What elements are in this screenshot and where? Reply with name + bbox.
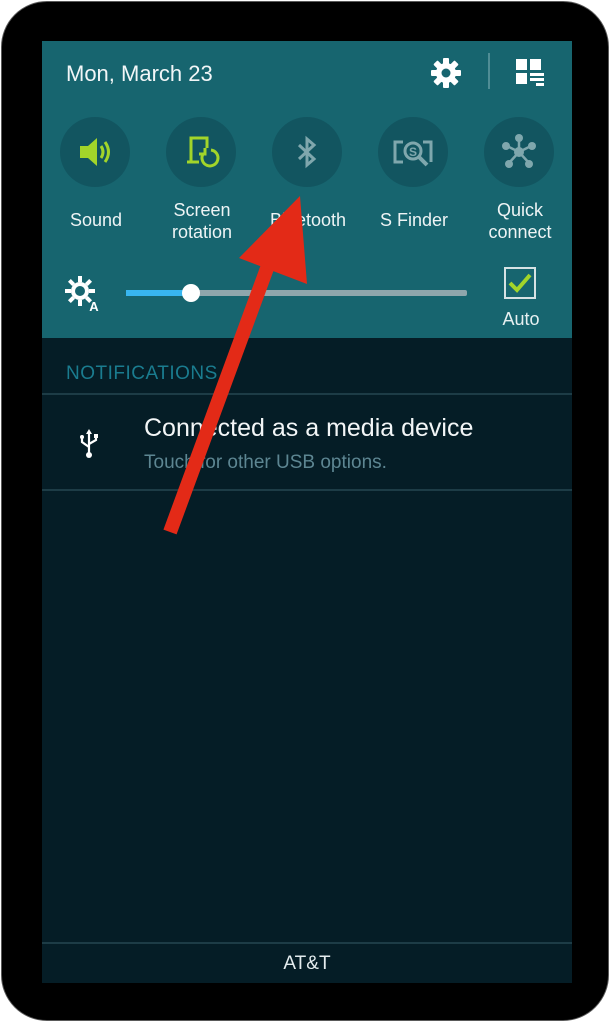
notification-shade: Mon, March 23 Sound Screen rotation Blue… bbox=[42, 41, 572, 983]
notification-title: Connected as a media device bbox=[144, 414, 474, 442]
header-divider bbox=[488, 53, 490, 89]
notification-item[interactable]: Connected as a media device Touch for ot… bbox=[42, 396, 572, 490]
brightness-slider[interactable] bbox=[126, 284, 467, 302]
toggle-label: Bluetooth bbox=[269, 210, 347, 230]
quick-settings-panel: Mon, March 23 Sound Screen rotation Blue… bbox=[42, 41, 572, 338]
svg-text:S: S bbox=[409, 145, 417, 159]
toggle-screen-rotation[interactable]: Screen rotation bbox=[149, 117, 255, 247]
bluetooth-icon bbox=[272, 117, 342, 187]
brightness-slider-thumb[interactable] bbox=[181, 284, 200, 302]
speaker-icon bbox=[60, 117, 130, 187]
toggle-label: Quick connect bbox=[488, 200, 552, 242]
auto-brightness-checkbox[interactable] bbox=[504, 267, 536, 299]
usb-icon bbox=[78, 428, 100, 460]
carrier-label: AT&T bbox=[283, 953, 331, 974]
toggle-sound[interactable]: Sound bbox=[43, 117, 149, 247]
toggle-bluetooth[interactable]: Bluetooth bbox=[255, 117, 361, 247]
s-finder-icon: S bbox=[378, 117, 448, 187]
toggle-quick-connect[interactable]: Quick connect bbox=[467, 117, 572, 247]
gear-icon[interactable] bbox=[428, 55, 464, 91]
svg-text:A: A bbox=[89, 299, 99, 313]
quick-connect-icon bbox=[484, 117, 554, 187]
divider bbox=[42, 489, 572, 491]
date-label: Mon, March 23 bbox=[66, 61, 213, 86]
toggle-label: S Finder bbox=[379, 210, 449, 230]
notifications-heading: NOTIFICATIONS bbox=[66, 363, 218, 384]
toggle-label: Screen rotation bbox=[171, 200, 233, 242]
divider bbox=[42, 393, 572, 395]
auto-brightness-label: Auto bbox=[502, 309, 540, 329]
toggle-label: Sound bbox=[69, 210, 123, 230]
divider bbox=[42, 942, 572, 944]
notification-subtitle: Touch for other USB options. bbox=[144, 452, 387, 473]
checkmark-icon bbox=[508, 273, 532, 293]
toggle-s-finder[interactable]: S S Finder bbox=[361, 117, 467, 247]
rotation-icon bbox=[166, 117, 236, 187]
auto-brightness-icon: A bbox=[64, 275, 102, 314]
grid-edit-icon[interactable] bbox=[512, 55, 548, 91]
